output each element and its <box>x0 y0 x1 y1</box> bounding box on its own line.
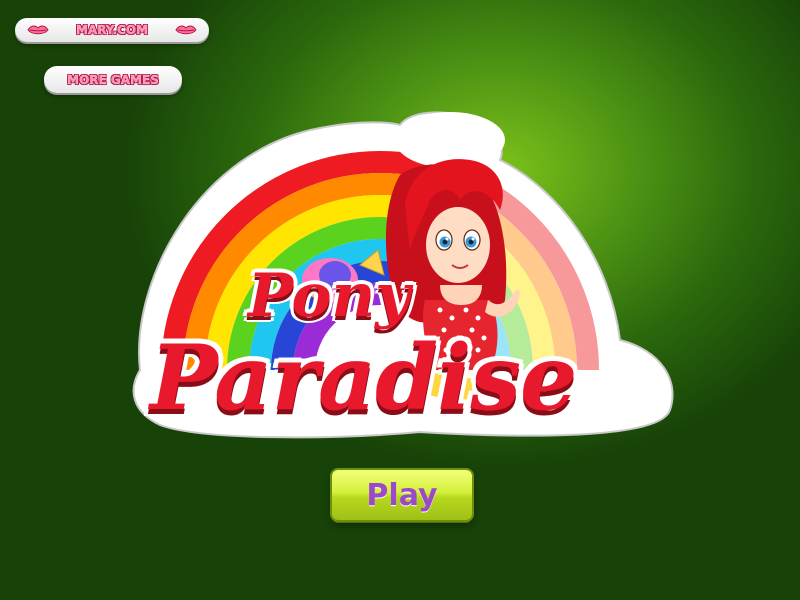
game-title-line1: Pony <box>248 261 411 331</box>
play-button[interactable]: Play <box>332 470 472 520</box>
play-button-label: Play <box>366 477 438 513</box>
game-title-line2: Paradise <box>150 325 577 431</box>
game-menu-screen: MARY.COM MORE GAMES Pony Paradise Play <box>0 0 800 600</box>
